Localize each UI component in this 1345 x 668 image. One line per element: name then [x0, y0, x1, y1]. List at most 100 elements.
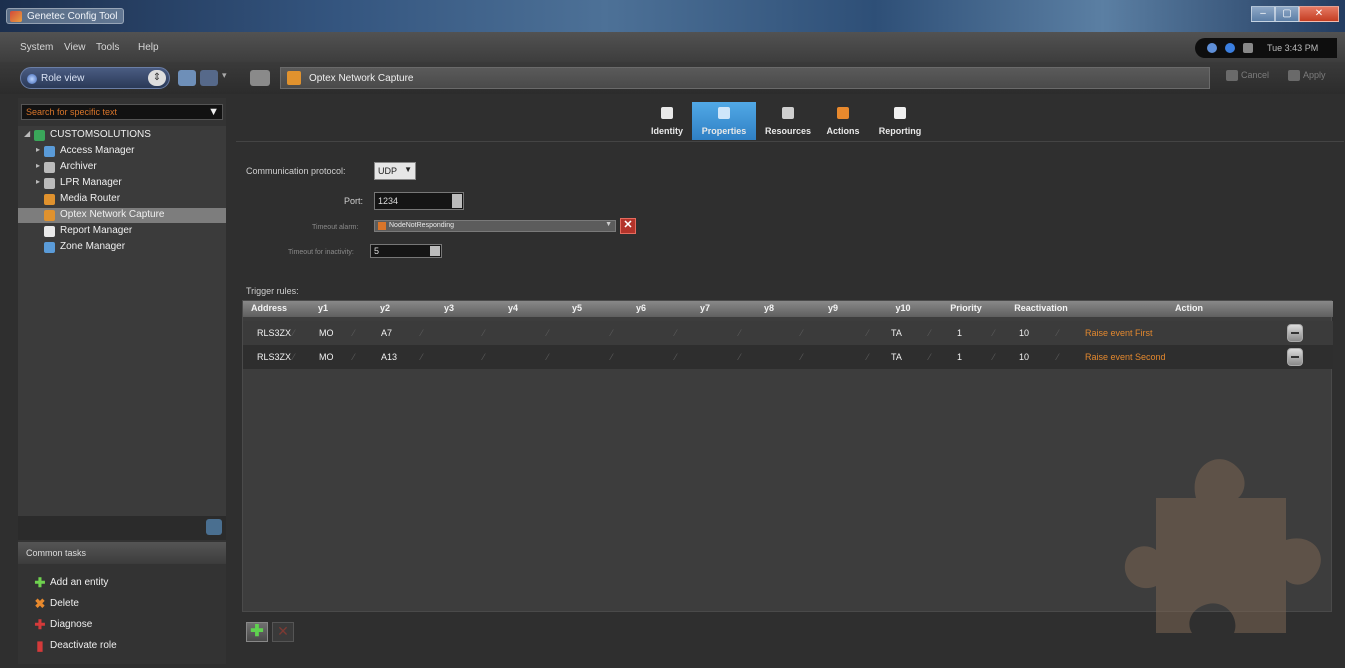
edit-pencil-icon[interactable]: ⁄ [929, 328, 931, 338]
cell-reactivation[interactable]: 10 [1019, 328, 1029, 338]
col-y3[interactable]: y3 [429, 303, 469, 313]
apply-button[interactable]: Apply [1288, 70, 1326, 82]
cell-y1[interactable]: MO [319, 328, 334, 338]
edit-pencil-icon[interactable]: ⁄ [483, 328, 485, 338]
cell-y1[interactable]: MO [319, 352, 334, 362]
tree-item-zone-manager[interactable]: Zone Manager [18, 240, 226, 255]
delete-rule-button[interactable]: ✕ [272, 622, 294, 642]
tree-item-access-manager[interactable]: ▸ Access Manager [18, 144, 226, 159]
edit-pencil-icon[interactable]: ⁄ [675, 328, 677, 338]
edit-pencil-icon[interactable]: ⁄ [1057, 352, 1059, 362]
add-rule-button[interactable]: ✚ [246, 622, 268, 642]
cell-y2[interactable]: A7 [381, 328, 392, 338]
edit-pencil-icon[interactable]: ⁄ [929, 352, 931, 362]
expand-icon[interactable]: ▸ [36, 145, 40, 154]
tab-resources[interactable]: Resources [760, 102, 816, 140]
table-row[interactable]: RLS3ZX ⁄ MO ⁄ A7 ⁄ ⁄ ⁄ ⁄ ⁄ ⁄ ⁄ ⁄ TA ⁄ 1 … [243, 321, 1333, 345]
edit-pencil-icon[interactable]: ⁄ [547, 352, 549, 362]
cell-y10[interactable]: TA [891, 352, 902, 362]
edit-pencil-icon[interactable]: ⁄ [993, 328, 995, 338]
edit-pencil-icon[interactable]: ⁄ [293, 352, 295, 362]
tree-root[interactable]: ◢ CUSTOMSOLUTIONS [18, 128, 226, 143]
cell-action[interactable]: Raise event First [1085, 328, 1153, 338]
edit-pencil-icon[interactable]: ⁄ [675, 352, 677, 362]
edit-pencil-icon[interactable]: ⁄ [739, 352, 741, 362]
expand-icon[interactable]: ▸ [36, 177, 40, 186]
edit-pencil-icon[interactable]: ⁄ [483, 352, 485, 362]
cell-address[interactable]: RLS3ZX [257, 352, 291, 362]
filter-icon[interactable]: ▼ [208, 106, 219, 118]
edit-pencil-icon[interactable]: ⁄ [867, 352, 869, 362]
edit-pencil-icon[interactable]: ⁄ [293, 328, 295, 338]
edit-pencil-icon[interactable]: ⁄ [421, 328, 423, 338]
maximize-button[interactable]: ▢ [1275, 6, 1299, 22]
row-menu-button[interactable] [1287, 348, 1303, 366]
globe-icon[interactable] [1225, 43, 1235, 53]
task-delete[interactable]: ✖ Delete [18, 595, 226, 613]
inactivity-spinner-icon[interactable] [430, 246, 440, 256]
port-input[interactable]: 1234 [374, 192, 464, 210]
tree-item-report-manager[interactable]: Report Manager [18, 224, 226, 239]
tab-properties[interactable]: Properties [692, 102, 756, 140]
cancel-button[interactable]: Cancel [1226, 70, 1269, 82]
menu-help[interactable]: Help [138, 42, 159, 53]
tree-item-optex-network-capture[interactable]: Optex Network Capture [18, 208, 226, 223]
edit-pencil-icon[interactable]: ⁄ [801, 328, 803, 338]
col-y8[interactable]: y8 [749, 303, 789, 313]
col-y7[interactable]: y7 [685, 303, 725, 313]
collapse-icon[interactable]: ◢ [24, 129, 30, 138]
collapse-panel-icon[interactable] [206, 519, 222, 535]
cell-priority[interactable]: 1 [957, 352, 962, 362]
col-action[interactable]: Action [1089, 303, 1289, 313]
col-y6[interactable]: y6 [621, 303, 661, 313]
tree-item-media-router[interactable]: Media Router [18, 192, 226, 207]
edit-pencil-icon[interactable]: ⁄ [547, 328, 549, 338]
edit-pencil-icon[interactable]: ⁄ [1057, 328, 1059, 338]
edit-pencil-icon[interactable]: ⁄ [739, 328, 741, 338]
task-deactivate-role[interactable]: ▮ Deactivate role [18, 637, 226, 655]
back-icon[interactable] [178, 70, 196, 86]
edit-pencil-icon[interactable]: ⁄ [353, 352, 355, 362]
menu-tools[interactable]: Tools [96, 42, 119, 53]
col-priority[interactable]: Priority [943, 303, 989, 313]
cell-priority[interactable]: 1 [957, 328, 962, 338]
menu-view[interactable]: View [64, 42, 86, 53]
col-y10[interactable]: y10 [883, 303, 923, 313]
col-y9[interactable]: y9 [813, 303, 853, 313]
tree-item-lpr-manager[interactable]: ▸ LPR Manager [18, 176, 226, 191]
edit-pencil-icon[interactable]: ⁄ [867, 328, 869, 338]
cell-reactivation[interactable]: 10 [1019, 352, 1029, 362]
task-diagnose[interactable]: ✚ Diagnose [18, 616, 226, 634]
col-y4[interactable]: y4 [493, 303, 533, 313]
tree-item-archiver[interactable]: ▸ Archiver [18, 160, 226, 175]
address-bar[interactable]: Optex Network Capture [280, 67, 1210, 89]
search-input[interactable]: Search for specific text ▼ [21, 104, 223, 120]
col-y2[interactable]: y2 [365, 303, 405, 313]
edit-pencil-icon[interactable]: ⁄ [611, 328, 613, 338]
col-y1[interactable]: y1 [303, 303, 343, 313]
edit-pencil-icon[interactable]: ⁄ [993, 352, 995, 362]
protocol-select[interactable]: UDP ▼ [374, 162, 416, 180]
cell-y2[interactable]: A13 [381, 352, 397, 362]
col-reactivation[interactable]: Reactivation [1003, 303, 1079, 313]
timeout-alarm-select[interactable]: NodeNotResponding ▼ [374, 220, 616, 232]
timeout-inactivity-input[interactable]: 5 [370, 244, 442, 258]
expand-icon[interactable]: ▸ [36, 161, 40, 170]
edit-pencil-icon[interactable]: ⁄ [801, 352, 803, 362]
clear-alarm-button[interactable]: ✕ [620, 218, 636, 234]
forward-icon[interactable] [200, 70, 218, 86]
task-add-entity[interactable]: ✚ Add an entity [18, 574, 226, 592]
edit-pencil-icon[interactable]: ⁄ [611, 352, 613, 362]
port-spinner-icon[interactable] [452, 194, 462, 208]
menu-system[interactable]: System [20, 42, 53, 53]
view-selector[interactable]: Role view ⇕ [20, 67, 170, 89]
col-y5[interactable]: y5 [557, 303, 597, 313]
table-row[interactable]: RLS3ZX ⁄ MO ⁄ A13 ⁄ ⁄ ⁄ ⁄ ⁄ ⁄ ⁄ ⁄ TA ⁄ 1… [243, 345, 1333, 369]
row-menu-button[interactable] [1287, 324, 1303, 342]
cell-y10[interactable]: TA [891, 328, 902, 338]
user-icon[interactable] [1207, 43, 1217, 53]
col-address[interactable]: Address [247, 303, 291, 313]
tab-actions[interactable]: Actions [820, 102, 866, 140]
cell-action[interactable]: Raise event Second [1085, 352, 1166, 362]
edit-pencil-icon[interactable]: ⁄ [353, 328, 355, 338]
